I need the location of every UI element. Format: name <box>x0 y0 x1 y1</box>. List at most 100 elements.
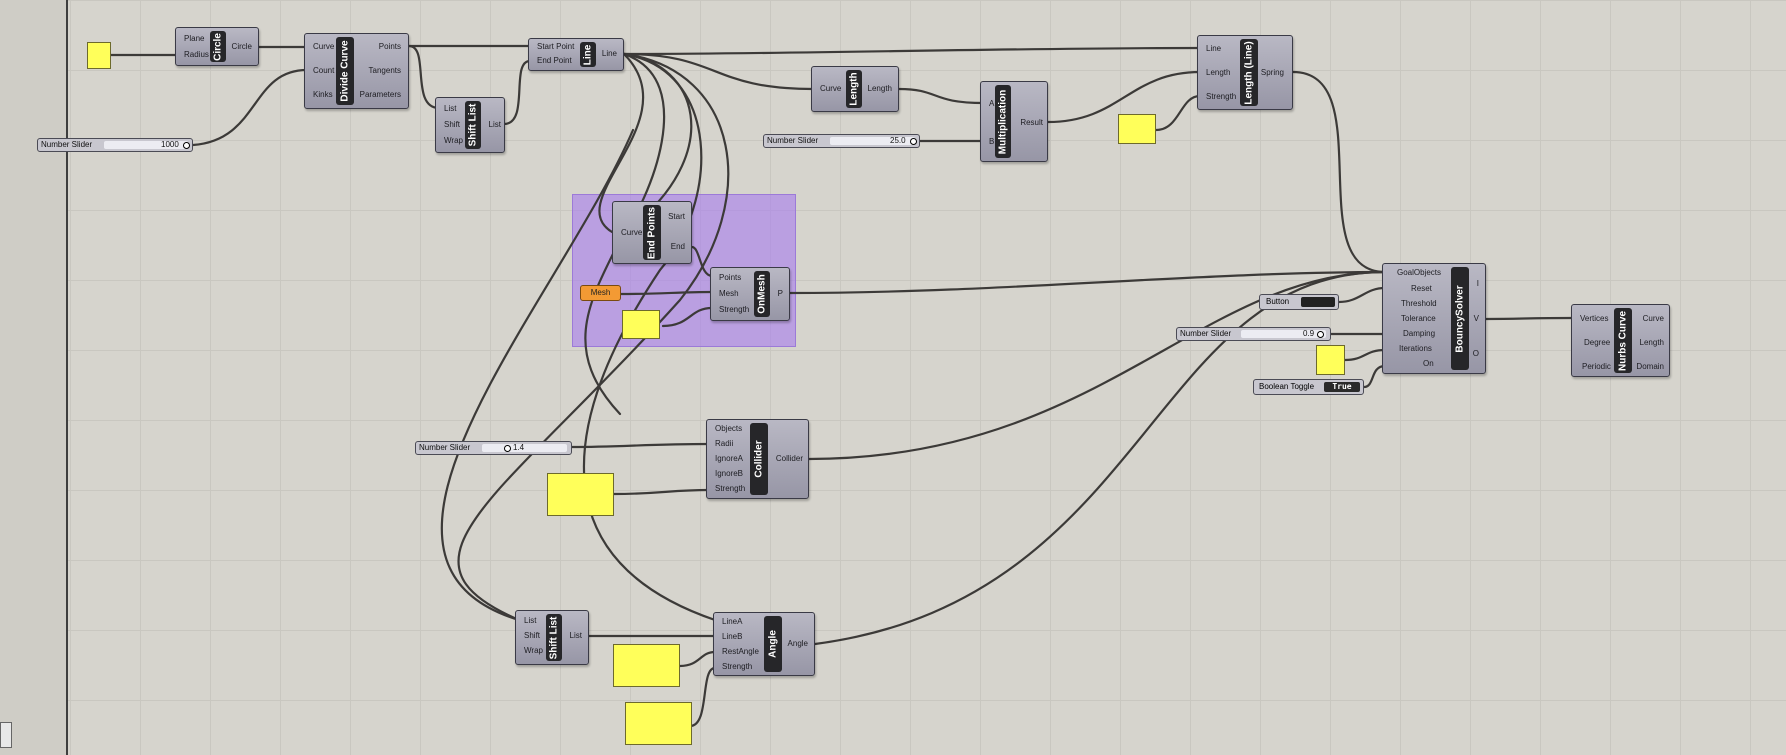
output-result[interactable]: Result <box>1013 118 1043 128</box>
output-circle[interactable]: Circle <box>230 42 252 52</box>
panel-spring-strength[interactable] <box>1118 114 1156 144</box>
output-v[interactable]: V <box>1471 314 1479 324</box>
button-press-area[interactable] <box>1301 297 1335 307</box>
number-slider-count[interactable]: Number Slider 1000 <box>37 138 193 152</box>
input-iterations[interactable]: Iterations <box>1399 344 1432 354</box>
input-curve[interactable]: Curve <box>820 84 841 94</box>
input-shift[interactable]: Shift <box>524 631 540 641</box>
input-curve[interactable]: Curve <box>313 42 334 52</box>
input-length[interactable]: Length <box>1206 68 1230 78</box>
input-degree[interactable]: Degree <box>1584 338 1610 348</box>
output-o[interactable]: O <box>1471 349 1479 359</box>
input-on[interactable]: On <box>1423 359 1434 369</box>
input-mesh[interactable]: Mesh <box>719 289 739 299</box>
input-wrap[interactable]: Wrap <box>444 136 463 146</box>
input-plane[interactable]: Plane <box>184 34 204 44</box>
component-circle[interactable]: Plane Radius Circle Circle <box>175 27 259 66</box>
input-points[interactable]: Points <box>719 273 741 283</box>
input-curve[interactable]: Curve <box>621 228 642 238</box>
output-points[interactable]: Points <box>355 42 401 52</box>
input-start-point[interactable]: Start Point <box>537 42 574 52</box>
slider-knob[interactable] <box>183 142 190 149</box>
input-strength[interactable]: Strength <box>719 305 749 315</box>
toggle-value[interactable]: True <box>1324 382 1360 392</box>
input-reset[interactable]: Reset <box>1411 284 1432 294</box>
component-length-line[interactable]: Line Length Strength Length (Line) Sprin… <box>1197 35 1293 110</box>
output-i[interactable]: I <box>1471 279 1479 289</box>
input-strength[interactable]: Strength <box>715 484 745 494</box>
input-threshold[interactable]: Threshold <box>1401 299 1437 309</box>
input-count[interactable]: Count <box>313 66 334 76</box>
component-angle[interactable]: LineA LineB RestAngle Strength Angle Ang… <box>713 612 815 676</box>
output-length[interactable]: Length <box>864 84 892 94</box>
output-angle[interactable]: Angle <box>784 639 808 649</box>
output-list[interactable]: List <box>483 120 501 130</box>
input-damping[interactable]: Damping <box>1403 329 1435 339</box>
component-line[interactable]: Start Point End Point Line Line <box>528 38 624 71</box>
panel-angle-strength[interactable] <box>625 702 692 745</box>
slider-knob[interactable] <box>910 138 917 145</box>
component-divide-curve[interactable]: Curve Count Kinks Divide Curve Points Ta… <box>304 33 409 109</box>
input-restangle[interactable]: RestAngle <box>722 647 759 657</box>
output-domain[interactable]: Domain <box>1634 362 1664 372</box>
component-shift-list[interactable]: List Shift Wrap Shift List List <box>435 97 505 153</box>
input-tolerance[interactable]: Tolerance <box>1401 314 1436 324</box>
input-ignorea[interactable]: IgnoreA <box>715 454 743 464</box>
input-kinks[interactable]: Kinks <box>313 90 333 100</box>
input-list[interactable]: List <box>524 616 536 626</box>
input-ignoreb[interactable]: IgnoreB <box>715 469 743 479</box>
input-goalobjects[interactable]: GoalObjects <box>1397 268 1441 278</box>
output-start[interactable]: Start <box>663 212 685 222</box>
input-objects[interactable]: Objects <box>715 424 742 434</box>
mesh-parameter[interactable]: Mesh <box>580 285 621 301</box>
slider-knob[interactable] <box>1317 331 1324 338</box>
output-parameters[interactable]: Parameters <box>355 90 401 100</box>
output-list[interactable]: List <box>564 631 582 641</box>
input-list[interactable]: List <box>444 104 456 114</box>
component-onmesh[interactable]: Points Mesh Strength OnMesh P <box>710 267 790 321</box>
input-periodic[interactable]: Periodic <box>1582 362 1611 372</box>
panel-iterations[interactable] <box>1316 345 1345 375</box>
panel-collider-strength[interactable] <box>547 473 614 516</box>
number-slider-multiplier[interactable]: Number Slider 25.0 <box>763 134 920 148</box>
output-collider[interactable]: Collider <box>769 454 803 464</box>
component-multiplication[interactable]: A B Multiplication Result <box>980 81 1048 162</box>
number-slider-radii[interactable]: Number Slider 1.4 <box>415 441 572 455</box>
component-collider[interactable]: Objects Radii IgnoreA IgnoreB Strength C… <box>706 419 809 499</box>
grasshopper-canvas[interactable]: Plane Radius Circle Circle Curve Count K… <box>0 0 1786 755</box>
boolean-toggle[interactable]: Boolean Toggle True <box>1253 379 1364 395</box>
panel-rest-angle[interactable] <box>613 644 680 687</box>
component-length[interactable]: Curve Length Length <box>811 66 899 112</box>
component-end-points[interactable]: Curve End Points Start End <box>612 201 692 264</box>
slider-track[interactable] <box>482 444 567 452</box>
output-spring[interactable]: Spring <box>1258 68 1284 78</box>
input-line[interactable]: Line <box>1206 44 1221 54</box>
output-length[interactable]: Length <box>1634 338 1664 348</box>
slider-knob[interactable] <box>504 445 511 452</box>
input-radii[interactable]: Radii <box>715 439 733 449</box>
input-a[interactable]: A <box>989 99 994 109</box>
input-b[interactable]: B <box>989 137 994 147</box>
button-component[interactable]: Button <box>1259 294 1339 310</box>
panel-onmesh-strength[interactable] <box>622 310 660 339</box>
input-linea[interactable]: LineA <box>722 617 742 627</box>
output-end[interactable]: End <box>663 242 685 252</box>
input-lineb[interactable]: LineB <box>722 632 742 642</box>
input-strength[interactable]: Strength <box>722 662 752 672</box>
output-tangents[interactable]: Tangents <box>355 66 401 76</box>
component-nurbs-curve[interactable]: Vertices Degree Periodic Nurbs Curve Cur… <box>1571 304 1670 377</box>
output-line[interactable]: Line <box>597 49 617 59</box>
input-vertices[interactable]: Vertices <box>1580 314 1608 324</box>
component-title: Nurbs Curve <box>1617 310 1629 371</box>
input-radius[interactable]: Radius <box>184 50 209 60</box>
output-curve[interactable]: Curve <box>1634 314 1664 324</box>
component-shift-list[interactable]: List Shift Wrap Shift List List <box>515 610 589 665</box>
number-slider-damping[interactable]: Number Slider 0.9 <box>1176 327 1331 341</box>
output-p[interactable]: P <box>773 289 783 299</box>
input-end-point[interactable]: End Point <box>537 56 572 66</box>
input-shift[interactable]: Shift <box>444 120 460 130</box>
input-strength[interactable]: Strength <box>1206 92 1236 102</box>
input-wrap[interactable]: Wrap <box>524 646 543 656</box>
component-bouncy-solver[interactable]: GoalObjects Reset Threshold Tolerance Da… <box>1382 263 1486 374</box>
panel-radius[interactable] <box>87 42 111 69</box>
